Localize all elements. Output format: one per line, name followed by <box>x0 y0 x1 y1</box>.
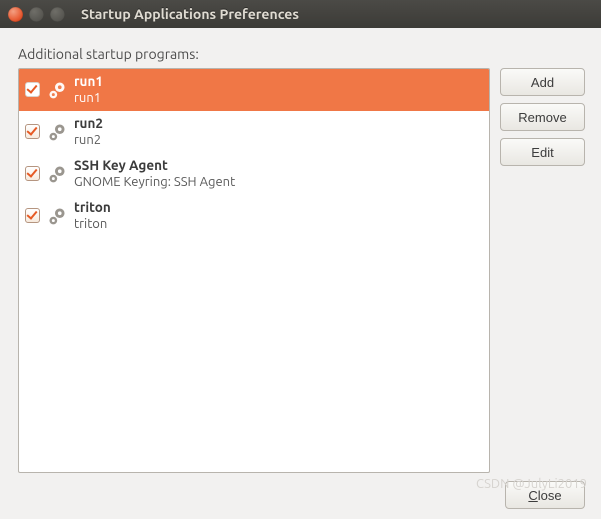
client-area: Additional startup programs: run1 run1 <box>0 28 601 519</box>
checkbox[interactable] <box>25 166 40 181</box>
checkbox[interactable] <box>25 124 40 139</box>
gears-icon <box>46 121 68 143</box>
minimize-icon[interactable] <box>29 7 44 22</box>
list-item-name: SSH Key Agent <box>74 157 235 174</box>
list-item-name: run1 <box>74 73 103 90</box>
checkbox[interactable] <box>25 208 40 223</box>
titlebar: Startup Applications Preferences <box>0 0 601 28</box>
startup-programs-list[interactable]: run1 run1 run2 run2 <box>18 68 490 473</box>
section-label: Additional startup programs: <box>18 46 585 62</box>
maximize-icon[interactable] <box>50 7 65 22</box>
list-item[interactable]: run2 run2 <box>19 111 489 153</box>
gears-icon <box>46 163 68 185</box>
close-icon[interactable] <box>8 7 23 22</box>
startup-applications-window: Startup Applications Preferences Additio… <box>0 0 601 519</box>
close-button[interactable]: Close <box>505 481 585 509</box>
checkbox[interactable] <box>25 82 40 97</box>
add-button[interactable]: Add <box>500 68 585 96</box>
side-buttons: Add Remove Edit <box>500 68 585 473</box>
window-title: Startup Applications Preferences <box>81 6 299 22</box>
list-item-name: triton <box>74 199 111 216</box>
gears-icon <box>46 79 68 101</box>
list-item-desc: triton <box>74 216 111 232</box>
dialog-footer: Close <box>18 473 585 509</box>
list-item[interactable]: run1 run1 <box>19 69 489 111</box>
list-item[interactable]: triton triton <box>19 195 489 237</box>
list-item-desc: run1 <box>74 90 103 106</box>
list-item-desc: GNOME Keyring: SSH Agent <box>74 174 235 190</box>
edit-button[interactable]: Edit <box>500 138 585 166</box>
list-item-name: run2 <box>74 115 103 132</box>
gears-icon <box>46 205 68 227</box>
list-item-desc: run2 <box>74 132 103 148</box>
list-item[interactable]: SSH Key Agent GNOME Keyring: SSH Agent <box>19 153 489 195</box>
remove-button[interactable]: Remove <box>500 103 585 131</box>
